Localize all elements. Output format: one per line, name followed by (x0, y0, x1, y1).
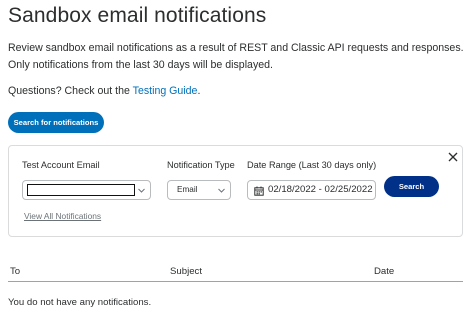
test-account-email-label: Test Account Email (22, 160, 100, 170)
page-description: Review sandbox email notifications as a … (8, 42, 464, 71)
page-title: Sandbox email notifications (8, 4, 267, 27)
redacted-email-value (27, 184, 135, 196)
search-button[interactable]: Search (384, 176, 439, 197)
search-filter-panel: Test Account Email Notification Type Dat… (8, 145, 463, 237)
notification-type-select[interactable]: Email (167, 180, 231, 200)
questions-prefix: Questions? Check out the (8, 85, 133, 97)
calendar-icon (254, 186, 264, 196)
column-header-to: To (10, 266, 21, 277)
questions-suffix: . (197, 85, 201, 97)
date-range-field[interactable]: 02/18/2022 - 02/25/2022 (247, 180, 376, 200)
chevron-down-icon (138, 188, 145, 193)
search-for-notifications-button[interactable]: Search for notifications (8, 112, 104, 133)
date-range-label: Date Range (Last 30 days only) (247, 160, 377, 170)
empty-notifications-message: You do not have any notifications. (8, 297, 152, 308)
date-range-value: 02/18/2022 - 02/25/2022 (268, 184, 373, 195)
view-all-notifications-link[interactable]: View All Notifications (24, 211, 101, 221)
column-header-date: Date (374, 266, 395, 277)
chevron-down-icon (218, 188, 225, 193)
column-header-subject: Subject (170, 266, 202, 277)
close-icon[interactable] (447, 151, 459, 163)
test-account-email-select[interactable] (22, 180, 151, 200)
notifications-table-header: To Subject Date (8, 264, 463, 282)
questions-text: Questions? Check out the Testing Guide. (8, 85, 200, 97)
testing-guide-link[interactable]: Testing Guide (133, 85, 198, 97)
notification-type-label: Notification Type (167, 160, 235, 170)
notification-type-value: Email (177, 185, 198, 194)
